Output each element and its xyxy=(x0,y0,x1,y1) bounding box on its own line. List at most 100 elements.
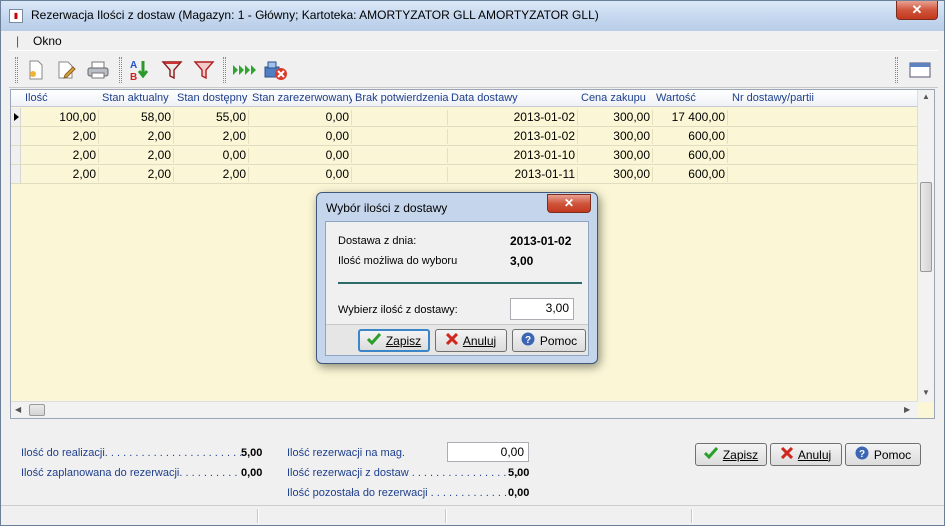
status-separator xyxy=(691,509,693,523)
cell-stan-aktualny[interactable]: 58,00 xyxy=(99,110,174,125)
cell-wartosc[interactable]: 600,00 xyxy=(653,167,728,182)
column-header-stan-aktualny[interactable]: Stan aktualny xyxy=(102,92,174,104)
edit-document-icon[interactable] xyxy=(53,57,79,83)
row-indicator[interactable] xyxy=(11,108,21,126)
dialog-help-label: Pomoc xyxy=(539,333,578,348)
cell-data-dostawy[interactable]: 2013-01-11 xyxy=(448,167,578,182)
cell-stan-dostepny[interactable]: 0,00 xyxy=(174,148,249,163)
cell-ilosc[interactable]: 2,00 xyxy=(21,129,99,144)
scroll-up-icon[interactable]: ▲ xyxy=(922,92,930,101)
window-close-button[interactable]: ✕ xyxy=(896,1,938,20)
cell-ilosc[interactable]: 100,00 xyxy=(21,110,99,125)
table-row[interactable]: 100,00 58,00 55,00 0,00 2013-01-02 300,0… xyxy=(11,108,918,127)
cell-brak-potwierdzenia[interactable] xyxy=(352,129,448,144)
cell-cena-zakupu[interactable]: 300,00 xyxy=(578,129,653,144)
svg-text:A: A xyxy=(130,60,137,71)
dialog-close-button[interactable]: ✕ xyxy=(547,194,591,213)
status-separator xyxy=(445,509,447,523)
scroll-right-icon[interactable]: ▶ xyxy=(904,405,910,414)
scroll-down-icon[interactable]: ▼ xyxy=(922,388,930,397)
column-header-brak-potwierdzenia[interactable]: Brak potwierdzenia xyxy=(355,92,449,104)
cell-cena-zakupu[interactable]: 300,00 xyxy=(578,167,653,182)
vertical-scrollbar[interactable]: ▲ ▼ xyxy=(917,90,934,402)
cell-cena-zakupu[interactable]: 300,00 xyxy=(578,110,653,125)
status-bar xyxy=(1,505,944,525)
pozostala-label: Ilość pozostała do rezerwacji . . . . . … xyxy=(287,487,514,499)
column-header-data-dostawy[interactable]: Data dostawy xyxy=(451,92,579,104)
new-document-icon[interactable] xyxy=(23,57,49,83)
cell-stan-dostepny[interactable]: 2,00 xyxy=(174,167,249,182)
scroll-left-icon[interactable]: ◀ xyxy=(15,405,21,414)
filter-icon[interactable] xyxy=(159,57,185,83)
cell-brak-potwierdzenia[interactable] xyxy=(352,167,448,182)
cell-brak-potwierdzenia[interactable] xyxy=(352,148,448,163)
sort-ab-icon[interactable]: AB xyxy=(127,57,153,83)
row-indicator[interactable] xyxy=(11,127,21,145)
status-separator xyxy=(257,509,259,523)
wybierz-ilosc-field[interactable]: 3,00 xyxy=(510,298,574,320)
dialog-cancel-button[interactable]: Anuluj xyxy=(435,329,507,352)
menu-bar: | Okno xyxy=(9,32,938,49)
dialog-body: Dostawa z dnia: 2013-01-02 Ilość możliwa… xyxy=(325,221,589,356)
toolbar-grip[interactable] xyxy=(15,57,18,83)
column-header-stan-zarezerwowany[interactable]: Stan zarezerwowany xyxy=(252,92,352,104)
row-indicator[interactable] xyxy=(11,165,21,183)
cell-data-dostawy[interactable]: 2013-01-02 xyxy=(448,129,578,144)
column-header-cena-zakupu[interactable]: Cena zakupu xyxy=(581,92,653,104)
row-indicator[interactable] xyxy=(11,146,21,164)
cell-brak-potwierdzenia[interactable] xyxy=(352,110,448,125)
cell-stan-zarezerwowany[interactable]: 0,00 xyxy=(249,129,352,144)
cell-data-dostawy[interactable]: 2013-01-02 xyxy=(448,110,578,125)
help-icon: ? xyxy=(855,446,869,463)
cell-stan-aktualny[interactable]: 2,00 xyxy=(99,129,174,144)
grid-header: Ilość Stan aktualny Stan dostępny Stan z… xyxy=(11,90,918,107)
cell-stan-zarezerwowany[interactable]: 0,00 xyxy=(249,148,352,163)
help-icon: ? xyxy=(521,332,535,349)
cell-wartosc[interactable]: 600,00 xyxy=(653,148,728,163)
cell-wartosc[interactable]: 600,00 xyxy=(653,129,728,144)
quantity-dialog: Wybór ilości z dostawy ✕ Dostawa z dnia:… xyxy=(316,192,598,364)
column-header-ilosc[interactable]: Ilość xyxy=(25,92,109,104)
dialog-save-button[interactable]: Zapisz xyxy=(358,329,430,352)
menu-item-okno[interactable]: Okno xyxy=(33,34,62,48)
cell-stan-zarezerwowany[interactable]: 0,00 xyxy=(249,110,352,125)
vertical-scroll-thumb[interactable] xyxy=(920,182,932,272)
toolbar-grip-right[interactable] xyxy=(895,57,898,83)
cell-wartosc[interactable]: 17 400,00 xyxy=(653,110,728,125)
table-row[interactable]: 2,00 2,00 2,00 0,00 2013-01-02 300,00 60… xyxy=(11,127,918,146)
cell-stan-dostepny[interactable]: 2,00 xyxy=(174,129,249,144)
menu-separator: | xyxy=(16,34,20,48)
connection-error-icon[interactable] xyxy=(263,57,289,83)
run-green-arrows-icon[interactable] xyxy=(231,57,257,83)
column-header-nr-dostawy[interactable]: Nr dostawy/partii xyxy=(732,92,912,104)
dialog-help-button[interactable]: ? Pomoc xyxy=(512,329,586,352)
ilosc-zaplanowana-label: Ilość zaplanowana do rezerwacji. . . . .… xyxy=(21,467,238,479)
horizontal-scroll-thumb[interactable] xyxy=(29,404,45,416)
save-button[interactable]: Zapisz xyxy=(695,443,767,466)
app-icon: ▮ xyxy=(9,9,23,23)
print-icon[interactable] xyxy=(85,57,111,83)
dialog-title[interactable]: Wybór ilości z dostawy xyxy=(326,201,447,215)
horizontal-scrollbar[interactable]: ◀ ▶ xyxy=(11,401,918,418)
cancel-button[interactable]: Anuluj xyxy=(770,443,842,466)
cell-stan-aktualny[interactable]: 2,00 xyxy=(99,167,174,182)
cell-ilosc[interactable]: 2,00 xyxy=(21,148,99,163)
help-button[interactable]: ? Pomoc xyxy=(845,443,921,466)
title-bar[interactable]: ▮ Rezerwacja Ilości z dostaw (Magazyn: 1… xyxy=(1,1,944,31)
cell-ilosc[interactable]: 2,00 xyxy=(21,167,99,182)
layout-settings-icon[interactable] xyxy=(907,57,933,83)
cell-stan-zarezerwowany[interactable]: 0,00 xyxy=(249,167,352,182)
cell-data-dostawy[interactable]: 2013-01-10 xyxy=(448,148,578,163)
ilosc-mozliwa-label: Ilość możliwa do wyboru xyxy=(338,255,458,267)
column-header-wartosc[interactable]: Wartość xyxy=(656,92,728,104)
column-header-stan-dostepny[interactable]: Stan dostępny xyxy=(177,92,249,104)
cell-stan-aktualny[interactable]: 2,00 xyxy=(99,148,174,163)
rezerwacji-z-dostaw-value: 5,00 xyxy=(508,467,530,479)
cell-stan-dostepny[interactable]: 55,00 xyxy=(174,110,249,125)
cell-cena-zakupu[interactable]: 300,00 xyxy=(578,148,653,163)
svg-text:?: ? xyxy=(525,335,531,346)
rezerwacji-na-mag-field[interactable]: 0,00 xyxy=(447,442,529,462)
table-row[interactable]: 2,00 2,00 0,00 0,00 2013-01-10 300,00 60… xyxy=(11,146,918,165)
filter-red-icon[interactable] xyxy=(191,57,217,83)
table-row[interactable]: 2,00 2,00 2,00 0,00 2013-01-11 300,00 60… xyxy=(11,165,918,184)
